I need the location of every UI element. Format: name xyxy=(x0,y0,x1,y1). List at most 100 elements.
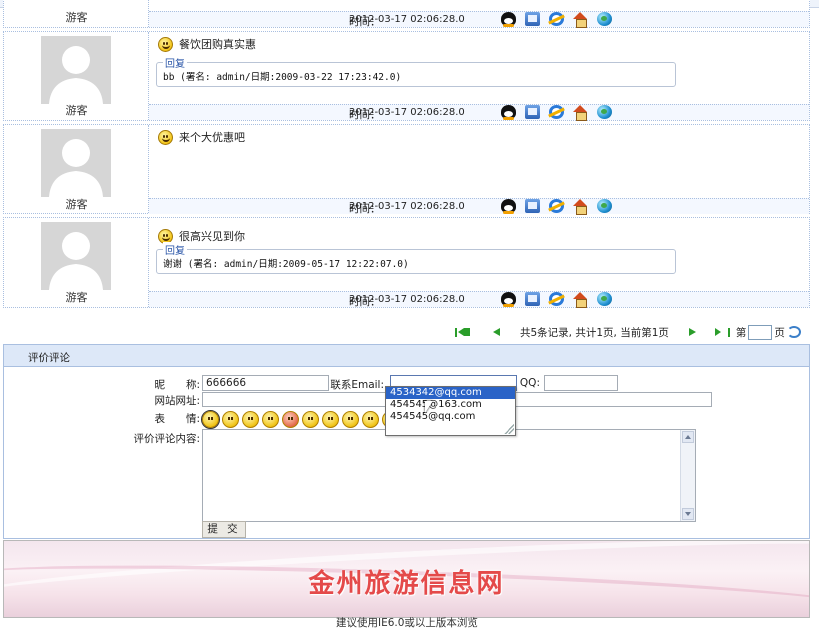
avatar-placeholder-image xyxy=(41,222,111,290)
avatar-placeholder-image xyxy=(41,36,111,104)
contact-icons xyxy=(501,12,612,28)
earth-icon[interactable] xyxy=(597,105,612,119)
last-page-icon[interactable] xyxy=(714,327,730,337)
qq-icon[interactable] xyxy=(501,199,516,214)
go-page-icon[interactable] xyxy=(786,326,801,338)
earth-icon[interactable] xyxy=(597,12,612,26)
home-icon[interactable] xyxy=(573,199,588,215)
avatar-placeholder-image xyxy=(41,129,111,197)
submit-button[interactable]: 提 交 xyxy=(202,521,246,538)
contact-icons xyxy=(501,292,612,308)
ie-icon[interactable] xyxy=(549,292,564,306)
qq-icon[interactable] xyxy=(501,105,516,120)
message-line: 餐饮团购真实惠 xyxy=(158,35,256,53)
author-name: 游客 xyxy=(65,104,88,117)
email-suggestion[interactable]: 454545@qq.com xyxy=(386,411,515,423)
author-name: 游客 xyxy=(65,291,88,304)
post-time: 时间： 2012-03-17 02:06:28.0 xyxy=(349,201,465,215)
smiley-icon xyxy=(158,36,173,52)
message-line: 来个大优惠吧 xyxy=(158,128,245,146)
msn-icon[interactable] xyxy=(525,12,540,26)
email-label: 联系Email: xyxy=(330,379,384,391)
form-section-title: 评价评论 xyxy=(28,352,70,364)
content-label: 评价评论内容: xyxy=(133,433,200,445)
comment-textarea[interactable] xyxy=(202,429,696,522)
avatar-cell: 游客 xyxy=(4,0,149,27)
earth-icon[interactable] xyxy=(597,292,612,306)
textarea-scrollbar[interactable] xyxy=(680,430,695,521)
guestbook-entry: 游客 餐饮团购真实惠 回复 bb (署名: admin/日期:2009-03-2… xyxy=(3,31,810,121)
earth-icon[interactable] xyxy=(597,199,612,213)
face-happy-icon[interactable] xyxy=(322,411,339,428)
email-suggestion[interactable]: 4534342@qq.com xyxy=(386,387,515,399)
message-text: 很高兴见到你 xyxy=(179,230,245,243)
site-banner: 金州旅游信息网 xyxy=(3,540,810,618)
time-label: 时间： xyxy=(349,203,381,215)
contact-icons xyxy=(501,199,612,215)
email-suggestion[interactable]: 454545@163.com xyxy=(386,399,515,411)
expression-picker xyxy=(201,410,399,429)
admin-reply-box: 回复 谢谢 (署名: admin/日期:2009-05-17 12:22:07.… xyxy=(156,242,676,274)
avatar-cell: 游客 xyxy=(4,32,149,120)
post-time: 时间： 2012-03-17 02:06:28.0 xyxy=(349,14,465,28)
form-header: 评价评论 xyxy=(4,345,809,367)
entry-footer: 时间： 2012-03-17 02:06:28.0 xyxy=(149,11,809,28)
prev-page-icon[interactable] xyxy=(493,328,500,336)
entry-footer: 时间： 2012-03-17 02:06:28.0 xyxy=(149,104,809,121)
guestbook-entry: 游客 来个大优惠吧 时间： 2012-03-17 02:06:28.0 xyxy=(3,124,810,215)
page-number-input[interactable] xyxy=(748,324,773,340)
face-tongue-icon[interactable] xyxy=(302,411,319,428)
next-page-icon[interactable] xyxy=(688,328,696,336)
home-icon[interactable] xyxy=(573,12,588,28)
reply-legend: 回复 xyxy=(163,242,187,257)
entry-footer: 时间： 2012-03-17 02:06:28.0 xyxy=(149,198,809,215)
site-title: 金州旅游信息网 xyxy=(308,569,505,599)
face-angry-icon[interactable] xyxy=(282,411,299,428)
nickname-label: 昵 称: xyxy=(154,379,200,391)
message-text: 来个大优惠吧 xyxy=(179,131,245,144)
face-shy-icon[interactable] xyxy=(222,411,239,428)
nickname-field[interactable]: 666666 xyxy=(202,375,329,391)
avatar-cell: 游客 xyxy=(4,218,149,307)
ie-icon[interactable] xyxy=(549,12,564,26)
guestbook-entry: 游客 很高兴见到你 回复 谢谢 (署名: admin/日期:2009-05-17… xyxy=(3,217,810,308)
face-kiss-icon[interactable] xyxy=(342,411,359,428)
qq-field[interactable] xyxy=(544,375,618,391)
face-grin-icon[interactable] xyxy=(242,411,259,428)
msn-icon[interactable] xyxy=(525,105,540,119)
avatar-cell: 游客 xyxy=(4,125,149,213)
reply-text: 谢谢 (署名: admin/日期:2009-05-17 12:22:07.0) xyxy=(163,259,409,270)
time-label: 时间： xyxy=(349,16,381,28)
guestbook-entry: 游客 时间： 2012-03-17 02:06:28.0 xyxy=(3,0,810,28)
qq-label: QQ: xyxy=(519,377,540,389)
author-name: 游客 xyxy=(65,11,88,24)
contact-icons xyxy=(501,105,612,121)
first-page-icon[interactable] xyxy=(455,327,471,337)
home-icon[interactable] xyxy=(573,105,588,121)
home-icon[interactable] xyxy=(573,292,588,308)
face-cool-icon[interactable] xyxy=(362,411,379,428)
reply-legend: 回复 xyxy=(163,55,187,70)
author-name: 游客 xyxy=(65,198,88,211)
scroll-down-icon[interactable] xyxy=(682,508,694,520)
qq-icon[interactable] xyxy=(501,12,516,27)
website-label: 网站网址: xyxy=(154,395,200,407)
comment-form: 评价评论 昵 称: 666666 联系Email: QQ: 网站网址: 表 情:… xyxy=(3,344,810,539)
admin-reply-box: 回复 bb (署名: admin/日期:2009-03-22 17:23:42.… xyxy=(156,55,676,87)
post-time: 时间： 2012-03-17 02:06:28.0 xyxy=(349,107,465,121)
browser-note: 建议使用IE6.0或以上版本浏览 xyxy=(336,617,478,629)
scroll-up-icon[interactable] xyxy=(682,431,694,443)
ie-icon[interactable] xyxy=(549,199,564,213)
msn-icon[interactable] xyxy=(525,292,540,306)
qq-icon[interactable] xyxy=(501,292,516,307)
page-suffix: 页 xyxy=(774,326,785,339)
resize-grip-icon[interactable] xyxy=(504,424,514,434)
post-time: 时间： 2012-03-17 02:06:28.0 xyxy=(349,294,465,308)
ie-icon[interactable] xyxy=(549,105,564,119)
reply-text: bb (署名: admin/日期:2009-03-22 17:23:42.0) xyxy=(163,72,402,83)
face-sweat-icon[interactable] xyxy=(262,411,279,428)
msn-icon[interactable] xyxy=(525,199,540,213)
pagination-summary: 共5条记录, 共计1页, 当前第1页 xyxy=(520,326,669,339)
pagination: 共5条记录, 共计1页, 当前第1页 第 页 xyxy=(450,323,810,341)
face-smile-icon[interactable] xyxy=(201,410,220,429)
